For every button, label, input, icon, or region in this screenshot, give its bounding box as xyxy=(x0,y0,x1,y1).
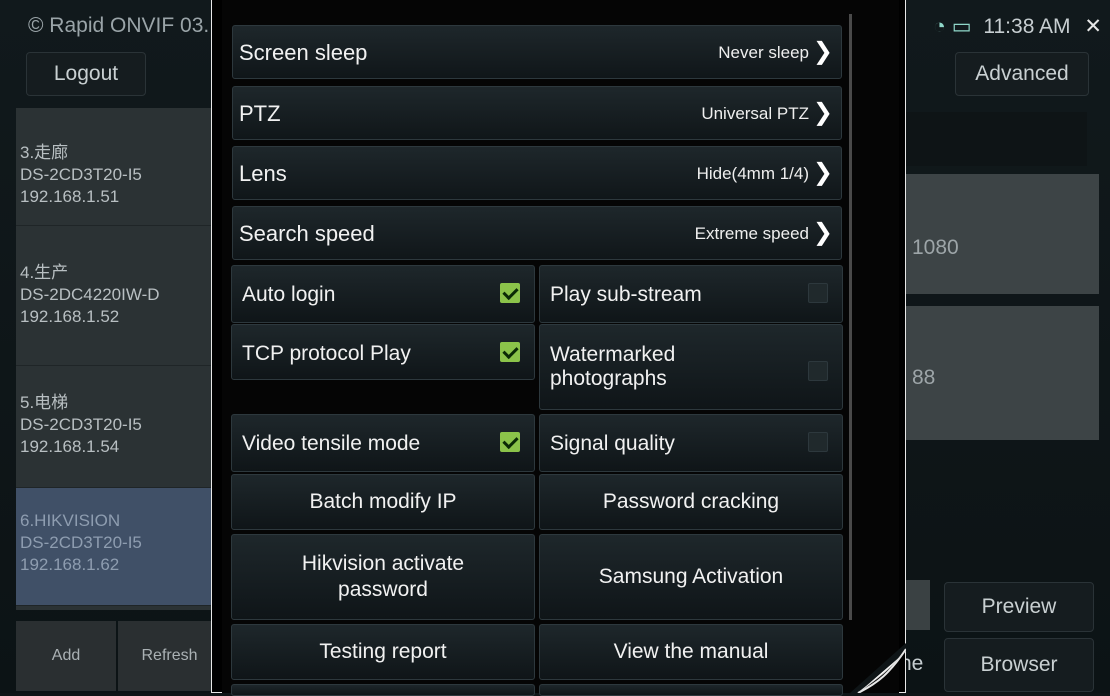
chevron-right-icon: ❯ xyxy=(812,219,833,246)
battery-icon: ▭ xyxy=(951,15,972,38)
setting-value: Universal PTZ xyxy=(701,104,809,123)
add-button[interactable]: Add xyxy=(16,621,116,691)
device-title: 4.生产 xyxy=(20,263,69,282)
setting-value: Never sleep xyxy=(718,43,809,62)
testing-report-button[interactable]: Testing report xyxy=(231,624,535,680)
checkbox-unchecked[interactable] xyxy=(808,361,828,381)
device-title: 6.HIKVISION xyxy=(20,511,121,530)
setting-row-search-speed[interactable]: Search speed Extreme speed ❯ xyxy=(232,206,842,260)
list-item-selected[interactable]: 6.HIKVISION DS-2CD3T20-I5 192.168.1.62 xyxy=(16,488,221,606)
device-model: DS-2CD3T20-I5 xyxy=(20,165,142,184)
device-ip: 192.168.1.51 xyxy=(20,187,120,206)
checkbox-checked[interactable] xyxy=(500,283,520,303)
checkbox-unchecked[interactable] xyxy=(808,432,828,452)
scrollbar[interactable] xyxy=(849,14,852,620)
list-item[interactable]: 5.电梯 DS-2CD3T20-I5 192.168.1.54 xyxy=(16,368,221,488)
device-model: DS-2CD3T20-I5 xyxy=(20,415,142,434)
advanced-button[interactable]: Advanced xyxy=(955,52,1089,96)
device-ip: 192.168.1.54 xyxy=(20,437,120,456)
status-icons: ◔ ▭ 11:38 AM ✕ xyxy=(933,14,1102,39)
device-title: 3.走廊 xyxy=(20,143,69,162)
toggle-label: TCP protocol Play xyxy=(242,342,411,365)
toggle-label: Watermarked photographs xyxy=(550,343,676,390)
resolution-text-2: 88 xyxy=(912,366,936,389)
device-model: DS-2DC4220IW-D xyxy=(20,285,160,304)
chevron-right-icon: ❯ xyxy=(812,38,833,65)
next-row-button-partial[interactable] xyxy=(231,684,535,696)
toggle-label: Play sub-stream xyxy=(550,283,702,306)
checkbox-checked[interactable] xyxy=(500,342,520,362)
toggle-play-sub-stream[interactable]: Play sub-stream xyxy=(539,265,843,323)
list-item[interactable]: 4.生产 DS-2DC4220IW-D 192.168.1.52 xyxy=(16,248,221,366)
clock: 11:38 AM xyxy=(983,15,1071,38)
batch-modify-ip-button[interactable]: Batch modify IP xyxy=(231,474,535,530)
setting-value: Hide(4mm 1/4) xyxy=(696,164,809,183)
hikvision-activate-password-button[interactable]: Hikvision activate password xyxy=(231,534,535,620)
setting-label: Screen sleep xyxy=(239,40,368,65)
toggle-video-tensile-mode[interactable]: Video tensile mode xyxy=(231,414,535,472)
preview-button[interactable]: Preview xyxy=(944,582,1094,632)
logout-button[interactable]: Logout xyxy=(26,52,146,96)
checkbox-checked[interactable] xyxy=(500,432,520,452)
right-panel-top xyxy=(906,174,1099,294)
checkbox-unchecked[interactable] xyxy=(808,283,828,303)
device-ip: 192.168.1.52 xyxy=(20,307,120,326)
toggle-auto-login[interactable]: Auto login xyxy=(231,265,535,323)
app-title: © Rapid ONVIF 03. xyxy=(28,14,210,37)
toggle-watermarked-photographs[interactable]: Watermarked photographs xyxy=(539,324,843,410)
setting-label: Lens xyxy=(239,161,287,186)
setting-value: Extreme speed xyxy=(694,224,809,243)
partial-button xyxy=(906,580,930,630)
wifi-icon: ◔ xyxy=(933,15,946,38)
setting-label: PTZ xyxy=(239,101,281,126)
browser-button[interactable]: Browser xyxy=(944,638,1094,692)
samsung-activation-button[interactable]: Samsung Activation xyxy=(539,534,843,620)
toggle-tcp-protocol-play[interactable]: TCP protocol Play xyxy=(231,324,535,380)
setting-row-screen-sleep[interactable]: Screen sleep Never sleep ❯ xyxy=(232,25,842,79)
chevron-right-icon: ❯ xyxy=(812,159,833,186)
setting-row-ptz[interactable]: PTZ Universal PTZ ❯ xyxy=(232,86,842,140)
view-the-manual-button[interactable]: View the manual xyxy=(539,624,843,680)
page-curl-icon[interactable] xyxy=(850,643,906,693)
setting-row-lens[interactable]: Lens Hide(4mm 1/4) ❯ xyxy=(232,146,842,200)
device-title: 5.电梯 xyxy=(20,393,69,412)
chevron-right-icon: ❯ xyxy=(812,99,833,126)
password-cracking-button[interactable]: Password cracking xyxy=(539,474,843,530)
list-item[interactable]: 3.走廊 DS-2CD3T20-I5 192.168.1.51 xyxy=(16,108,221,226)
close-icon[interactable]: ✕ xyxy=(1084,15,1102,38)
right-header-bar xyxy=(906,112,1087,166)
toggle-label: Video tensile mode xyxy=(242,432,421,455)
setting-label: Search speed xyxy=(239,221,375,246)
device-ip: 192.168.1.62 xyxy=(20,555,120,574)
device-model: DS-2CD3T20-I5 xyxy=(20,533,142,552)
toggle-signal-quality[interactable]: Signal quality xyxy=(539,414,843,472)
toggle-label: Auto login xyxy=(242,283,336,306)
resolution-text: 1080 xyxy=(912,236,959,259)
next-row-button-partial[interactable] xyxy=(539,684,843,696)
toggle-label: Signal quality xyxy=(550,432,675,455)
device-list: 3.走廊 DS-2CD3T20-I5 192.168.1.51 4.生产 DS-… xyxy=(16,108,221,610)
refresh-button[interactable]: Refresh xyxy=(118,621,221,691)
